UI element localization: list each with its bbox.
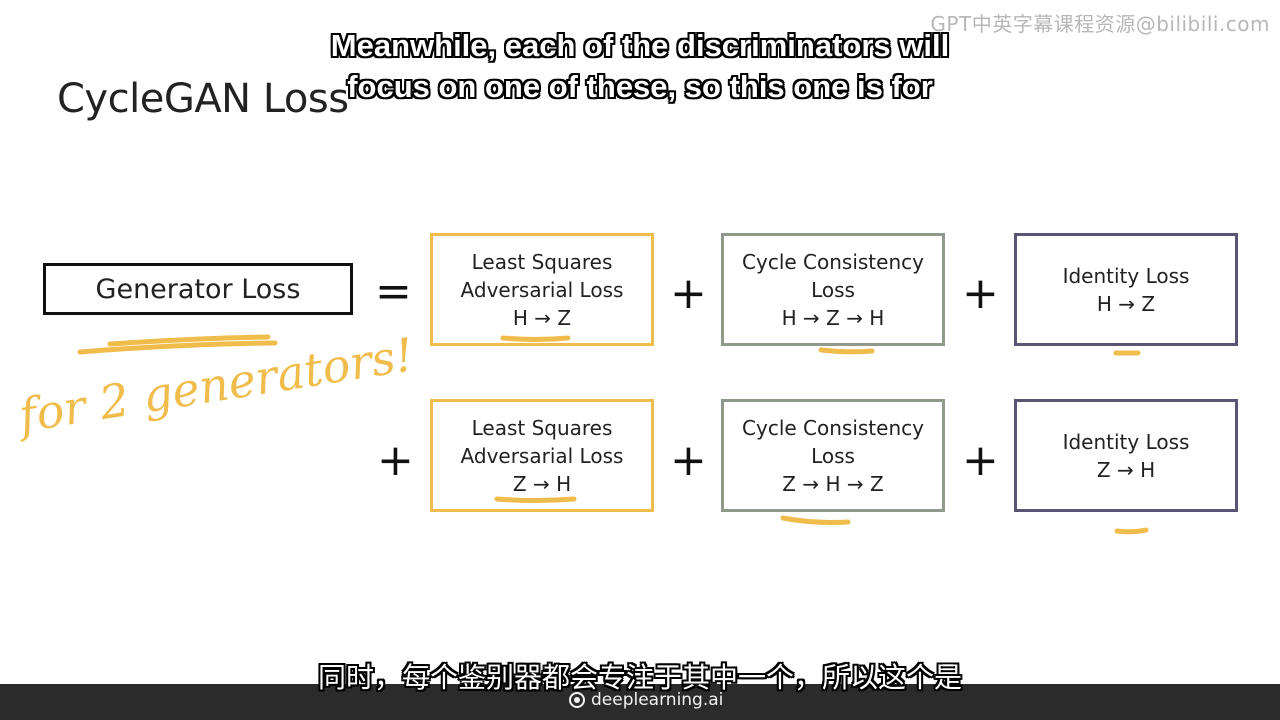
ink-annotations: for 2 generators! [12, 327, 1149, 535]
underline-id-z-h [1114, 527, 1149, 535]
subtitle-en-line2: focus on one of these, so this one is fo… [347, 69, 933, 104]
underline-generator-loss [77, 334, 278, 355]
underline-cyc-z-h-z [780, 515, 851, 525]
underline-cyc-h-z-h [818, 347, 875, 355]
underline-adv-z-h [494, 496, 577, 503]
subtitle-en-line1: Meanwhile, each of the discriminators wi… [330, 28, 950, 63]
underline-adv-h-z [500, 335, 571, 342]
subtitle-zh: 同时，每个鉴别器都会专注于其中一个，所以这个是 [317, 661, 962, 694]
